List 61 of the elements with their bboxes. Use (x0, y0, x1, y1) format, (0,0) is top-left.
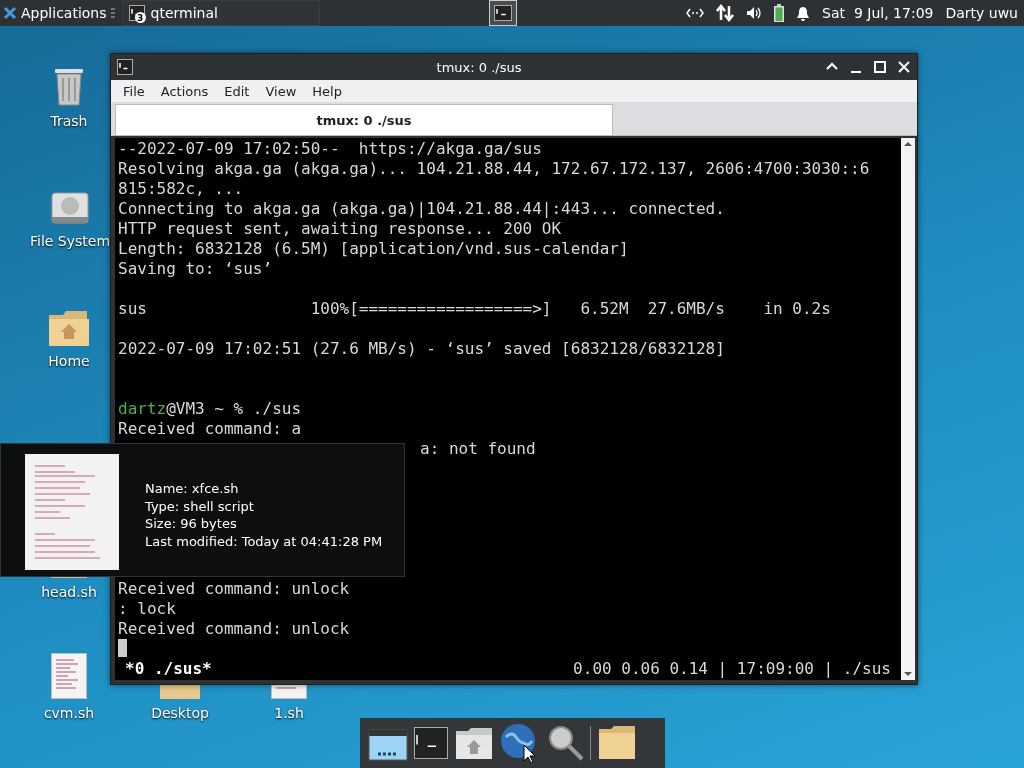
menu-item[interactable]: Edit (216, 83, 258, 99)
tab[interactable]: tmux: 0 ./sus (115, 104, 613, 135)
terminal-line: 815:582c, ... (118, 179, 244, 198)
tooltip-text: Last modified: Today at 04:41:28 PM (145, 532, 383, 550)
script-file-icon (51, 653, 87, 699)
terminal-line: Saving to: ‘sus’ (118, 259, 273, 278)
terminal-area[interactable] (115, 138, 915, 680)
workspace-button[interactable] (488, 0, 517, 26)
terminal-line: Received command: unlock (118, 579, 350, 598)
clock[interactable]: Sat 9 Jul, 17:09 (822, 5, 934, 21)
terminal-cursor (118, 639, 127, 657)
menu-item[interactable]: Actions (152, 83, 217, 99)
terminal-line: Connecting to akga.ga (akga.ga)|104.21.88.44|:443... connected. (118, 199, 725, 218)
terminal-line: Resolving akga.ga (akga.ga)... 104.21.88.44, 172.67.172.137, 2606:4700:3030::6 (118, 159, 870, 178)
terminal-line: Length: 6832128 (6.5M) [application/vnd.sus-calendar] (118, 239, 629, 258)
xfce-logo-icon (3, 6, 17, 20)
icon-label[interactable]: head.sh (41, 584, 97, 600)
taskbar-button[interactable]: 3 qterminal (121, 0, 320, 26)
terminal-icon (128, 5, 145, 21)
scroll-up-icon[interactable] (903, 140, 913, 148)
scroll-down-icon[interactable] (903, 670, 913, 678)
menu-item[interactable]: Help (304, 83, 350, 99)
terminal-line: --2022-07-09 17:02:50-- https://akga.ga/sus (118, 139, 542, 158)
terminal-line: HTTP request sent, awaiting response... 200 OK (118, 219, 562, 238)
icon-label[interactable]: Home (48, 353, 90, 369)
terminal-line: sus 100%[==================>] 6.52M 27.6MB/s in 0.2s (118, 299, 831, 318)
tooltip-text: Size: 96 bytes (145, 515, 238, 533)
terminal-line: Received command: a (118, 419, 302, 438)
tmux-window-status: *0 ./sus* (125, 659, 212, 679)
magnifier-icon[interactable] (546, 724, 584, 762)
icon-label[interactable]: Trash (50, 113, 88, 129)
transfer-arrows-icon[interactable] (716, 4, 735, 22)
scrollbar[interactable] (901, 138, 915, 680)
terminal-line: a: not found (420, 439, 536, 458)
terminal-icon (117, 59, 133, 75)
battery-icon[interactable] (774, 4, 785, 22)
folder-icon[interactable] (597, 725, 637, 761)
menu-item[interactable]: File (115, 83, 153, 99)
handle-icon (109, 6, 116, 20)
tooltip-text: Name: xfce.sh (145, 480, 240, 498)
applications-menu[interactable]: Applications (0, 0, 110, 26)
network-icon[interactable] (686, 6, 705, 20)
tmux-status-info: 0.00 0.06 0.14 | 17:09:00 | ./sus (573, 659, 891, 679)
notification-bell-icon[interactable] (796, 5, 811, 21)
icon-label[interactable]: File System (29, 233, 111, 249)
terminal-line: : lock (118, 599, 176, 618)
tooltip-text: Type: shell script (145, 497, 255, 515)
shell-prompt-line: dartz@VM3 ~ % ./sus (118, 399, 302, 418)
user-menu[interactable]: Darty uwu (945, 5, 1018, 21)
terminal-icon[interactable] (414, 727, 448, 759)
close-icon[interactable] (897, 60, 911, 74)
window-title: tmux: 0 ./sus (435, 59, 523, 75)
maximize-icon[interactable] (873, 60, 887, 74)
terminal-line: 2022-07-09 17:02:51 (27.6 MB/s) - ‘sus’ saved [6832128/6832128] (118, 339, 725, 358)
terminal-icon (493, 5, 512, 21)
home-folder-icon[interactable] (454, 725, 494, 761)
icon-label[interactable]: cvm.sh (43, 705, 95, 721)
menu-item[interactable]: View (257, 83, 305, 99)
window-count-badge: 3 (134, 12, 146, 23)
volume-icon[interactable] (746, 5, 763, 21)
terminal-line: Received command: unlock (118, 619, 350, 638)
